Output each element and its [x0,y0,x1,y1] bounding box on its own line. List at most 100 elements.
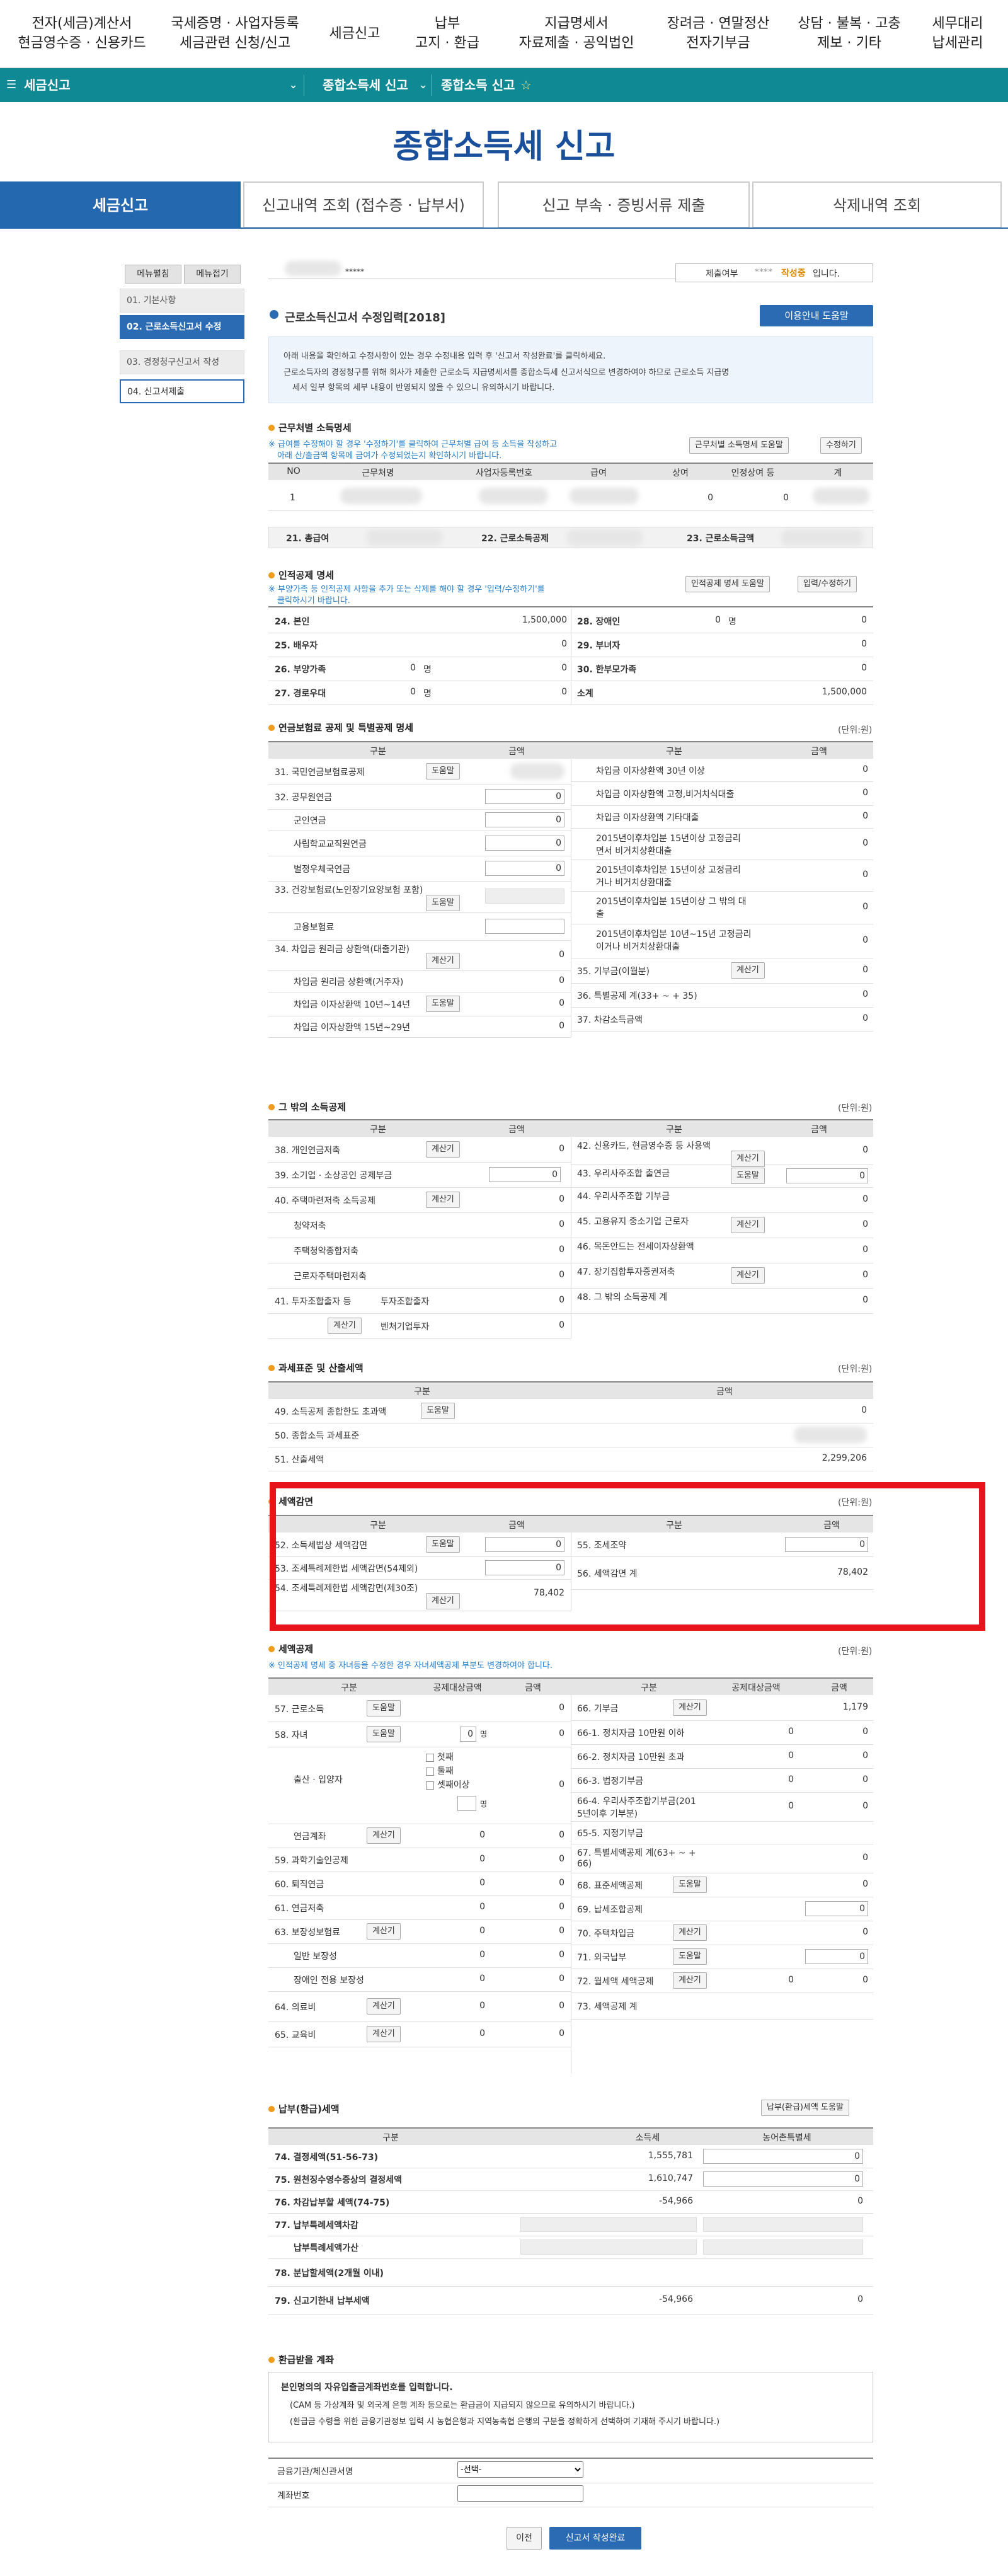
pension-amount: 0 [862,935,868,945]
pension-row-button[interactable]: 도움말 [426,763,460,779]
payment-label: 78. 분납할세액(2개월 이내) [275,2268,384,2279]
credit-row-button[interactable]: 계산기 [673,1699,707,1716]
nav-consult[interactable]: 상담 · 불복 · 고충 제보 · 기타 [786,14,912,58]
personal-help-button[interactable]: 인적공제 명세 도움말 [685,576,770,592]
other-label: 39. 소기업 · 소상공인 공제부금 [275,1171,392,1181]
income-edit-button[interactable]: 수정하기 [820,437,862,454]
pension-label: 37. 차감소득금액 [577,1015,643,1025]
other-row-button[interactable]: 계산기 [328,1318,362,1334]
col-category: 구분 [370,747,386,757]
credit-row-button[interactable]: 도움말 [367,1700,401,1716]
birth-checkbox[interactable]: 첫째 [426,1751,454,1763]
income-help-button[interactable]: 근무처별 소득명세 도움말 [689,437,789,454]
credit-row-button[interactable]: 계산기 [367,2026,401,2042]
pension-amount-input[interactable]: 0 [485,861,564,876]
tab-deleted[interactable]: 삭제내역 조회 [752,181,1002,228]
other-row-button[interactable]: 계산기 [731,1151,765,1167]
complete-button[interactable]: 신고서 작성완료 [549,2527,641,2550]
birth-count-input[interactable] [457,1796,476,1811]
credit-row-button[interactable]: 도움말 [367,1726,401,1742]
credit-label: 72. 월세액 세액공제 [577,1977,654,1987]
child-count-input[interactable]: 0 [460,1727,476,1742]
section-title-refund: 환급받을 계좌 [268,2353,334,2366]
payment-farm-input[interactable]: 0 [703,2171,863,2187]
star-icon[interactable]: ☆ [520,68,532,102]
bank-select[interactable]: -선택- [457,2461,583,2478]
other-row-button[interactable]: 계산기 [731,1217,765,1233]
nav-agent[interactable]: 세무대리 납세관리 [920,14,995,58]
other-row-button[interactable]: 계산기 [426,1192,460,1208]
menu-expand-button[interactable]: 메뉴펼침 [125,265,181,284]
sidebar-item-submit[interactable]: 04. 신고서제출 [120,379,244,403]
divider [268,1338,571,1339]
other-amount-input[interactable]: 0 [786,1168,868,1183]
prev-button[interactable]: 이전 [507,2527,542,2550]
pension-label: 36. 특별공제 계(33+ ~ + 35) [577,991,697,1001]
credit-row-button[interactable]: 계산기 [367,1827,401,1844]
sidebar-item-basic[interactable]: 01. 기본사항 [120,289,244,313]
col-amount: 금액 [508,747,525,757]
divider [268,606,873,607]
credit-row-button[interactable]: 계산기 [673,1972,707,1989]
credit-row-button[interactable]: 계산기 [367,1998,401,2015]
payment-farm-input[interactable]: 0 [703,2149,863,2164]
pension-row-button[interactable]: 도움말 [426,996,460,1012]
menu-collapse-button[interactable]: 메뉴접기 [184,265,241,284]
sidebar-item-edit[interactable]: 02. 근로소득신고서 수정 [120,315,244,339]
credit-row-button[interactable]: 도움말 [673,1877,707,1893]
help-guide-button[interactable]: 이용안내 도움말 [760,305,873,326]
chevron-down-icon[interactable]: ⌄ [289,68,298,102]
taxbase-row-button[interactable]: 도움말 [421,1403,455,1419]
birth-checkbox[interactable]: 둘째 [426,1764,454,1777]
pension-amount-input[interactable]: 0 [485,789,564,804]
payment-help-button[interactable]: 납부(환급)세액 도움말 [761,2100,849,2116]
taxbase-table-header [268,1381,873,1399]
personal-edit-button[interactable]: 입력/수정하기 [798,576,857,592]
divider [571,891,873,892]
pension-label: 차입금 이자상환액 10년~14년 [294,1000,411,1010]
breadcrumb-level3[interactable]: 종합소득 신고 [441,68,515,102]
tab-history[interactable]: 신고내역 조회 (접수증 · 납부서) [243,181,484,228]
nav-payment[interactable]: 납부 고지 · 환급 [403,14,491,58]
divider [571,828,873,829]
other-row-button[interactable]: 도움말 [731,1168,765,1184]
payment-label: 79. 신고기한내 납부세액 [275,2296,370,2306]
nav-statement[interactable]: 지급명세서 자료제출 · 공익법인 [501,14,652,58]
pension-label: 사립학교교직원연금 [294,839,367,849]
account-input[interactable] [457,2485,583,2502]
nav-tax-return[interactable]: 세금신고 [320,24,389,68]
credit-row-button[interactable]: 계산기 [673,1924,707,1941]
pension-amount-input[interactable]: 0 [485,812,564,827]
credit-amount-input[interactable]: 0 [805,1949,868,1964]
nav-incentive[interactable]: 장려금 · 연말정산 전자기부금 [655,14,781,58]
pension-row-button[interactable]: 계산기 [731,962,765,979]
section-title-credit: 세액공제 [268,1642,313,1655]
pension-row-button[interactable]: 도움말 [426,895,460,911]
credit-row-button[interactable]: 계산기 [367,1923,401,1940]
sidebar-item-correction[interactable]: 03. 경정청구신고서 작성 [120,350,244,374]
pension-amount-input[interactable]: 0 [485,836,564,851]
credit-base: 0 [788,1751,794,1761]
chevron-down-icon[interactable]: ⌄ [418,68,428,102]
credit-amount-input[interactable]: 0 [805,1901,868,1916]
breadcrumb-home[interactable]: 세금신고 [24,68,71,102]
col-base: 공제대상금액 [731,1683,781,1693]
credit-label: 65. 교육비 [275,2030,316,2040]
menu-icon[interactable]: ☰ [6,68,16,102]
pension-row-button[interactable]: 계산기 [426,953,460,969]
other-row-button[interactable]: 계산기 [731,1267,765,1284]
tab-attachments[interactable]: 신고 부속 · 증빙서류 제출 [498,181,750,228]
tab-tax-return[interactable]: 세금신고 [0,181,241,228]
pension-label: 35. 기부금(이월분) [577,967,650,977]
birth-checkbox[interactable]: 셋째이상 [426,1778,470,1791]
nav-invoice[interactable]: 전자(세금)계산서 현금영수증 · 신용카드 [6,14,158,58]
credit-label: 70. 주택차입금 [577,1929,635,1939]
breadcrumb-level2[interactable]: 종합소득세 신고 [323,68,408,102]
other-amount-input[interactable]: 0 [489,1167,561,1182]
pension-amount-input[interactable] [485,919,564,934]
other-row-button[interactable]: 계산기 [426,1141,460,1158]
other-label: 40. 주택마련저축 소득공제 [275,1196,375,1206]
nav-certificate[interactable]: 국세증명 · 사업자등록 세금관련 신청/신고 [163,14,307,58]
credit-row-button[interactable]: 도움말 [673,1948,707,1965]
divider [571,1007,873,1008]
